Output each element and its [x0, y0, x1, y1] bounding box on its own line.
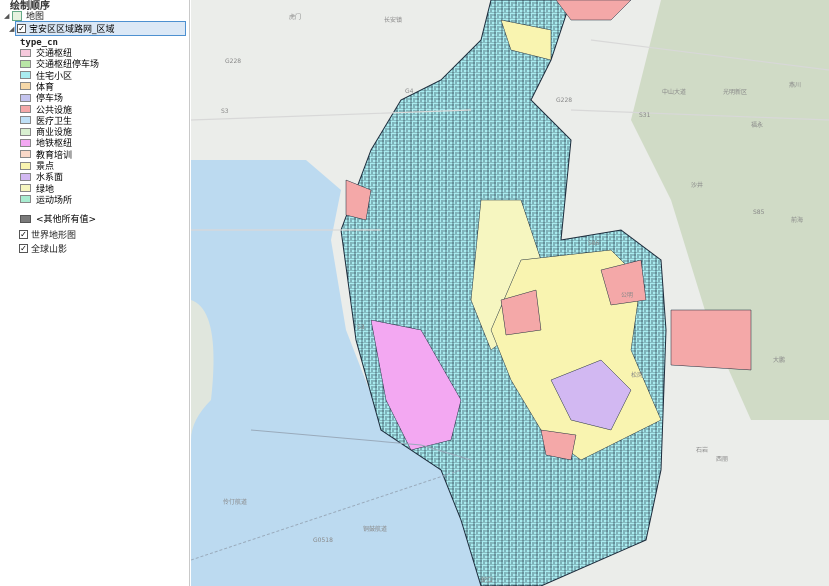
map-view[interactable]: G228 G4 S3 S3 S85 S86 S31 G0518 伶仃航道 铜鼓航… — [191, 0, 829, 586]
map-label: 前海 — [791, 217, 804, 224]
legend-swatch — [20, 195, 31, 204]
public-facility-parcel — [670, 309, 752, 371]
legend-swatch — [20, 105, 31, 113]
map-label: 中山大道 — [662, 89, 687, 96]
layer-item-selected[interactable]: ◢ ✓ 宝安区区域路网_区域 — [9, 21, 186, 36]
legend-swatch — [20, 116, 31, 125]
legend-swatch — [20, 161, 31, 170]
layer-visibility-checkbox[interactable]: ✓ — [19, 230, 28, 239]
map-label: 福永 — [751, 122, 764, 129]
base-layer-hillshade[interactable]: ✓ 全球山影 — [19, 242, 67, 255]
legend-swatch — [20, 172, 31, 181]
map-label: S3 — [221, 108, 229, 115]
map-label: 大鹏 — [773, 357, 786, 364]
map-label: 燕川 — [789, 82, 802, 89]
map-label: 铜鼓航道 — [363, 526, 388, 533]
base-layer-topo[interactable]: ✓ 世界地形图 — [19, 228, 76, 241]
map-label: S86 — [588, 240, 600, 247]
legend-label: 运动场所 — [36, 195, 73, 206]
collapse-triangle-icon[interactable]: ◢ — [9, 25, 17, 33]
map-label: 西丽 — [716, 456, 729, 463]
map-label: 虎门 — [289, 14, 302, 21]
collapse-triangle-icon[interactable]: ◢ — [4, 12, 12, 20]
map-label: G0518 — [313, 537, 333, 544]
legend-item-other[interactable]: <其他所有值> — [20, 212, 96, 225]
legend-swatch — [20, 82, 31, 91]
map-label: G4 — [405, 88, 414, 95]
layer-name: 宝安区区域路网_区域 — [29, 25, 115, 35]
map-label: 公明 — [621, 292, 634, 299]
map-label: G228 — [225, 58, 242, 65]
map-label: S31 — [639, 112, 651, 119]
legend-swatch — [20, 150, 31, 159]
map-label: G228 — [556, 97, 573, 104]
map-label: 长安镇 — [384, 17, 403, 24]
layer-visibility-checkbox[interactable]: ✓ — [17, 24, 26, 33]
legend-swatch — [20, 93, 31, 102]
legend-item[interactable]: 运动场所 — [20, 193, 72, 206]
map-label: S3 — [357, 324, 365, 331]
map-label: 松岗 — [631, 372, 644, 379]
legend-swatch — [20, 48, 31, 57]
map-label: 伶仃航道 — [223, 499, 248, 506]
map-icon — [12, 10, 22, 21]
map-label: 石岩 — [696, 447, 709, 454]
map-label: S85 — [753, 209, 765, 216]
layer-name: 全球山影 — [31, 245, 68, 255]
legend-swatch — [20, 59, 31, 68]
map-label: 蛇口 — [481, 577, 494, 584]
legend-swatch — [20, 184, 31, 193]
legend-label: <其他所有值> — [36, 215, 97, 225]
layer-visibility-checkbox[interactable]: ✓ — [19, 244, 28, 253]
legend-swatch — [20, 71, 31, 80]
legend-swatch — [20, 138, 31, 147]
layer-name: 世界地形图 — [31, 231, 77, 241]
map-label: 光明新区 — [723, 89, 748, 96]
legend-swatch — [20, 214, 31, 223]
legend-swatch — [20, 127, 31, 136]
table-of-contents-panel: 绘制顺序 ◢ 地图 ◢ ✓ 宝安区区域路网_区域 type_cn 交通枢纽 交通枢… — [0, 0, 190, 586]
map-label: 沙井 — [691, 182, 704, 189]
